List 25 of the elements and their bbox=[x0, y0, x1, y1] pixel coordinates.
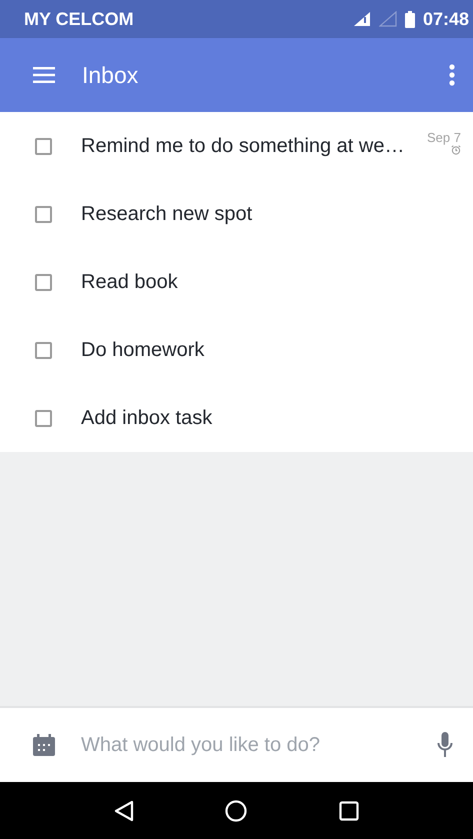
back-icon[interactable] bbox=[114, 800, 134, 822]
signal-icon bbox=[352, 11, 371, 27]
recent-apps-icon[interactable] bbox=[339, 800, 360, 820]
menu-icon[interactable] bbox=[33, 67, 55, 83]
calendar-icon[interactable] bbox=[33, 734, 55, 756]
task-title: Do homework bbox=[81, 338, 206, 362]
more-options-icon[interactable] bbox=[449, 64, 455, 86]
checkbox[interactable] bbox=[35, 410, 52, 426]
carrier-name: MY CELCOM bbox=[24, 8, 134, 30]
checkbox[interactable] bbox=[35, 342, 52, 358]
signal-icon bbox=[378, 11, 397, 27]
checkbox[interactable] bbox=[35, 206, 52, 222]
task-input-field[interactable]: What would you like to do? bbox=[81, 734, 411, 756]
clock-time: 07:48 bbox=[422, 8, 469, 30]
task-title: Research new spot bbox=[81, 202, 254, 226]
task-title: Read book bbox=[81, 270, 179, 294]
microphone-icon[interactable] bbox=[437, 732, 453, 758]
screen-title: Inbox bbox=[82, 62, 140, 88]
checkbox[interactable] bbox=[35, 274, 52, 290]
home-icon[interactable] bbox=[225, 800, 248, 822]
battery-icon bbox=[404, 10, 415, 28]
task-title: Add inbox task bbox=[81, 406, 214, 430]
due-date: Sep 7 bbox=[427, 130, 461, 144]
checkbox[interactable] bbox=[35, 138, 52, 154]
task-title: Remind me to do something at we… bbox=[81, 134, 406, 158]
